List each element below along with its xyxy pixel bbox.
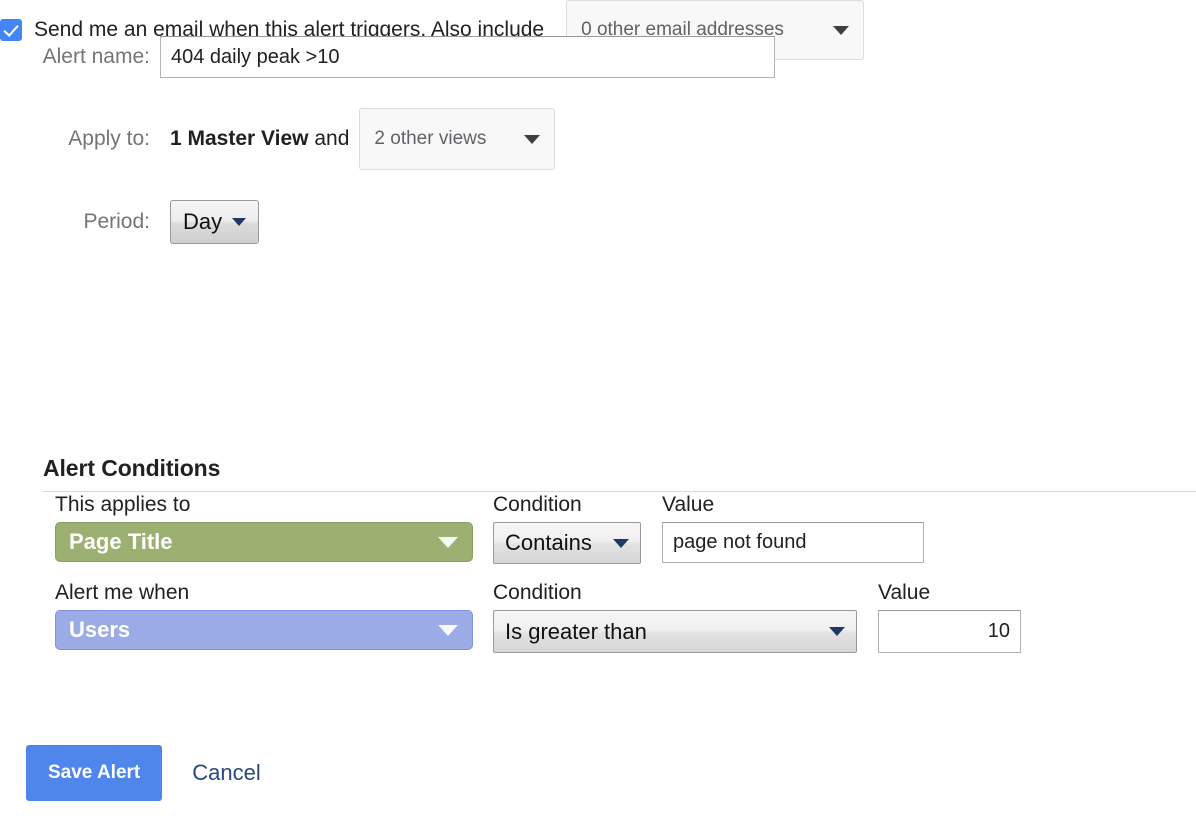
chevron-down-icon	[438, 537, 458, 548]
apply-to-label: Apply to:	[0, 127, 160, 151]
value-1-label: Value	[662, 492, 924, 518]
apply-to-description: 1 Master View and	[170, 127, 349, 151]
alert-name-label: Alert name:	[0, 45, 160, 69]
value-1-column: Value	[662, 492, 924, 563]
chevron-down-icon	[833, 26, 849, 35]
alert-conditions-title: Alert Conditions	[43, 455, 1196, 482]
condition-row-2: Alert me when Users Condition Is greater…	[43, 580, 1196, 668]
alert-conditions-section: Alert Conditions This applies to Page Ti…	[43, 455, 1196, 668]
condition-1-column: Condition Contains	[493, 492, 641, 564]
alert-name-row: Alert name:	[0, 36, 800, 78]
period-select-label: Day	[183, 209, 222, 235]
applies-to-select[interactable]: Page Title	[55, 522, 473, 562]
alert-metric-label: Alert me when	[55, 580, 473, 606]
value-2-label: Value	[878, 580, 1021, 606]
condition-1-select-label: Contains	[505, 530, 592, 556]
chevron-down-icon	[524, 135, 540, 144]
condition-row-1: This applies to Page Title Condition Con…	[43, 492, 1196, 580]
other-views-select-label: 2 other views	[374, 128, 486, 150]
condition-1-label: Condition	[493, 492, 641, 518]
cancel-link[interactable]: Cancel	[192, 760, 260, 786]
applies-to-column: This applies to Page Title	[55, 492, 473, 562]
alert-metric-column: Alert me when Users	[55, 580, 473, 650]
send-email-checkbox[interactable]	[0, 19, 22, 41]
other-views-select[interactable]: 2 other views	[359, 108, 555, 170]
value-2-input[interactable]	[878, 610, 1021, 653]
chevron-down-icon	[613, 539, 629, 548]
condition-2-column: Condition Is greater than	[493, 580, 857, 653]
apply-to-row: Apply to: 1 Master View and 2 other view…	[0, 108, 555, 170]
value-1-input[interactable]	[662, 522, 924, 563]
save-alert-button[interactable]: Save Alert	[26, 745, 162, 801]
chevron-down-icon	[232, 218, 246, 226]
alert-metric-select-label: Users	[69, 617, 130, 643]
condition-1-select[interactable]: Contains	[493, 522, 641, 564]
chevron-down-icon	[829, 627, 845, 636]
period-label: Period:	[0, 210, 160, 234]
alert-name-input[interactable]	[160, 36, 775, 78]
alert-metric-select[interactable]: Users	[55, 610, 473, 650]
footer-actions: Save Alert Cancel	[26, 745, 261, 801]
master-view-count: 1 Master View	[170, 127, 309, 150]
applies-to-label: This applies to	[55, 492, 473, 518]
condition-2-label: Condition	[493, 580, 857, 606]
period-row: Period: Day	[0, 200, 259, 244]
chevron-down-icon	[438, 625, 458, 636]
condition-2-select[interactable]: Is greater than	[493, 610, 857, 653]
apply-to-conjunction: and	[314, 127, 349, 150]
applies-to-select-label: Page Title	[69, 529, 173, 555]
value-2-column: Value	[878, 580, 1021, 653]
period-select[interactable]: Day	[170, 200, 259, 244]
condition-2-select-label: Is greater than	[505, 619, 647, 645]
